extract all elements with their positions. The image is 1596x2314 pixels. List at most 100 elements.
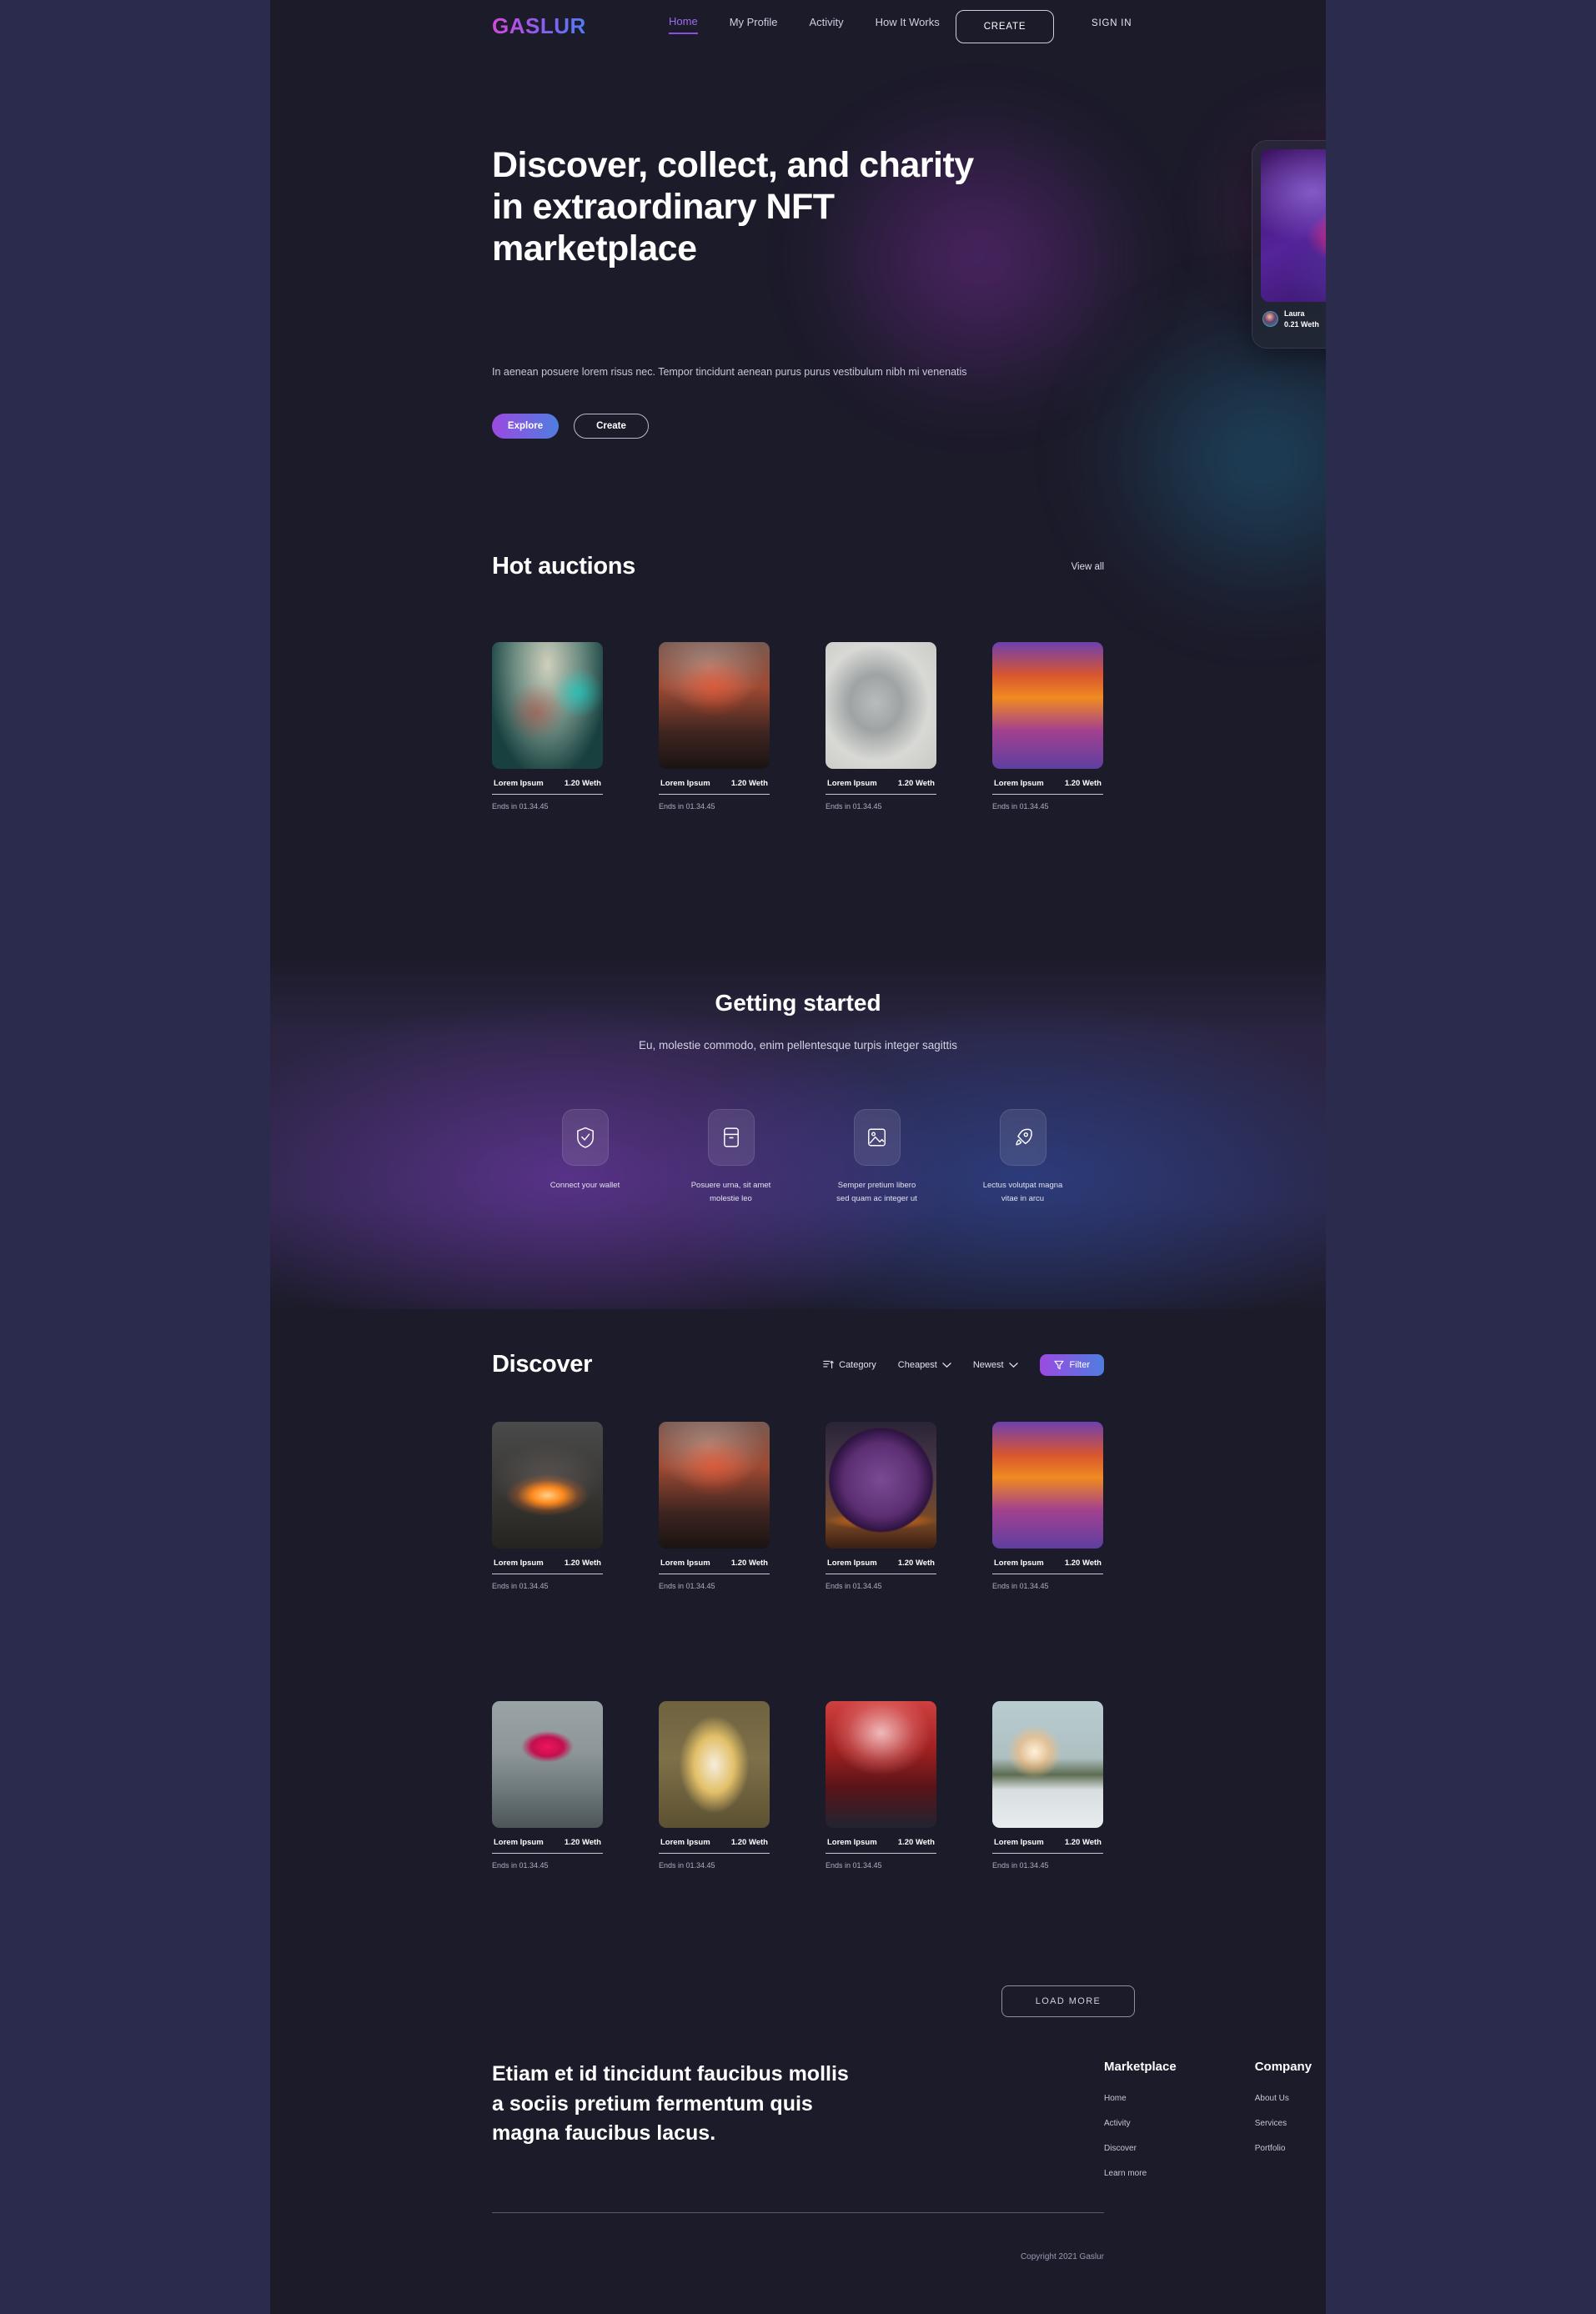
nft-ends: Ends in 01.34.45 — [992, 802, 1049, 811]
nft-meta: Lorem Ipsum 1.20 Weth — [659, 1549, 770, 1574]
nft-ends: Ends in 01.34.45 — [492, 802, 549, 811]
nft-artwork — [492, 1701, 603, 1828]
step-label: Lectus volutpat magna vitae in arcu — [982, 1181, 1063, 1203]
cheapest-control[interactable]: Cheapest — [898, 1360, 951, 1370]
nft-card[interactable]: Lorem Ipsum 1.20 Weth Ends in 01.34.45 — [992, 1422, 1103, 1590]
top-navigation: GASLUR Home My Profile Activity How It W… — [270, 0, 1326, 73]
footer-link-activity[interactable]: Activity — [1104, 2119, 1177, 2128]
nav-item-activity[interactable]: Activity — [809, 16, 843, 33]
nft-price: 1.20 Weth — [730, 1559, 768, 1568]
nft-name: Lorem Ipsum — [494, 1559, 544, 1568]
footer-column-company: Company About Us Services Portfolio — [1255, 2060, 1312, 2194]
newest-control[interactable]: Newest — [973, 1360, 1018, 1370]
nft-name: Lorem Ipsum — [660, 1559, 710, 1568]
nft-artwork — [826, 1422, 936, 1549]
filter-label: Filter — [1069, 1359, 1090, 1370]
nav-item-my-profile[interactable]: My Profile — [730, 16, 778, 33]
step-label: Posuere urna, sit amet molestie leo — [690, 1181, 771, 1203]
brand-logo[interactable]: GASLUR — [492, 13, 586, 39]
image-icon-box — [853, 1109, 901, 1166]
artist-price: 0.21 Weth — [1284, 319, 1319, 329]
nft-card[interactable]: Lorem Ipsum 1.20 Weth Ends in 01.34.45 — [826, 642, 936, 811]
chevron-down-icon — [942, 1362, 951, 1368]
footer-link-learn-more[interactable]: Learn more — [1104, 2169, 1177, 2178]
nft-card[interactable]: Lorem Ipsum 1.20 Weth Ends in 01.34.45 — [992, 1701, 1103, 1870]
getting-started-title: Getting started — [715, 990, 881, 1016]
nft-ends: Ends in 01.34.45 — [826, 802, 882, 811]
nft-meta: Lorem Ipsum 1.20 Weth — [492, 1549, 603, 1574]
nft-meta: Lorem Ipsum 1.20 Weth — [492, 769, 603, 795]
nft-price: 1.20 Weth — [1064, 1559, 1102, 1568]
category-label: Category — [839, 1359, 876, 1370]
nft-card[interactable]: Lorem Ipsum 1.20 Weth Ends in 01.34.45 — [492, 642, 603, 811]
nft-artwork — [826, 1701, 936, 1828]
footer-link-about-us[interactable]: About Us — [1255, 2094, 1312, 2103]
footer-link-discover[interactable]: Discover — [1104, 2144, 1177, 2153]
create-button-hero[interactable]: Create — [574, 414, 649, 439]
signin-link[interactable]: SIGN IN — [1092, 18, 1132, 28]
create-button-nav[interactable]: CREATE — [956, 10, 1054, 43]
nft-price: 1.20 Weth — [897, 779, 935, 788]
artist-name: Laura — [1284, 309, 1305, 319]
footer-link-services[interactable]: Services — [1255, 2119, 1312, 2128]
newest-label: Newest — [972, 1359, 1004, 1370]
nft-card[interactable]: Lorem Ipsum 1.20 Weth Ends in 01.34.45 — [659, 642, 770, 811]
view-all-link[interactable]: View all — [1072, 562, 1104, 572]
rocket-icon-box — [999, 1109, 1046, 1166]
getting-started-step[interactable]: Connect your wallet — [512, 1109, 658, 1205]
nft-name: Lorem Ipsum — [994, 779, 1044, 788]
chevron-down-icon — [1008, 1362, 1018, 1368]
load-more-button[interactable]: LOAD MORE — [1001, 1985, 1135, 2017]
nft-card[interactable]: Lorem Ipsum 1.20 Weth Ends in 01.34.45 — [659, 1422, 770, 1590]
getting-started-step[interactable]: Lectus volutpat magna vitae in arcu — [950, 1109, 1096, 1205]
nft-ends: Ends in 01.34.45 — [659, 802, 715, 811]
nft-ends: Ends in 01.34.45 — [826, 1861, 882, 1870]
featured-nft-footer: Laura 0.21 Weth WE ARE HERE 25 — [1261, 302, 1326, 329]
discover-title: Discover — [492, 1351, 593, 1378]
nft-card[interactable]: Lorem Ipsum 1.20 Weth Ends in 01.34.45 — [492, 1701, 603, 1870]
nft-card[interactable]: Lorem Ipsum 1.20 Weth Ends in 01.34.45 — [659, 1701, 770, 1870]
filter-button[interactable]: Filter — [1039, 1353, 1104, 1376]
nft-card[interactable]: Lorem Ipsum 1.20 Weth Ends in 01.34.45 — [826, 1701, 936, 1870]
nft-name: Lorem Ipsum — [827, 779, 877, 788]
discover-grid-row2: Lorem Ipsum 1.20 Weth Ends in 01.34.45 L… — [492, 1701, 1105, 1870]
nav-item-home[interactable]: Home — [669, 15, 698, 34]
nft-artwork — [659, 1701, 770, 1828]
getting-started-step[interactable]: Semper pretium libero sed quam ac intege… — [804, 1109, 950, 1205]
nft-card[interactable]: Lorem Ipsum 1.20 Weth Ends in 01.34.45 — [826, 1422, 936, 1590]
nft-card[interactable]: Lorem Ipsum 1.20 Weth Ends in 01.34.45 — [992, 642, 1103, 811]
getting-started-step[interactable]: Posuere urna, sit amet molestie leo — [658, 1109, 804, 1205]
nft-name: Lorem Ipsum — [660, 779, 710, 788]
nft-artwork — [992, 642, 1103, 769]
rocket-icon — [1015, 1128, 1032, 1146]
nft-name: Lorem Ipsum — [494, 779, 544, 788]
footer-link-home[interactable]: Home — [1104, 2094, 1177, 2103]
category-control[interactable]: Category — [823, 1359, 876, 1370]
footer-columns: Marketplace Home Activity Discover Learn… — [1104, 2060, 1326, 2194]
nft-card[interactable]: Lorem Ipsum 1.20 Weth Ends in 01.34.45 — [492, 1422, 603, 1590]
getting-started-subtitle: Eu, molestie commodo, enim pellentesque … — [639, 1039, 957, 1052]
explore-button[interactable]: Explore — [492, 414, 559, 439]
nav-item-how-it-works[interactable]: How It Works — [876, 16, 940, 33]
nft-meta: Lorem Ipsum 1.20 Weth — [992, 1549, 1103, 1574]
nft-name: Lorem Ipsum — [994, 1559, 1044, 1568]
cheapest-label: Cheapest — [897, 1359, 937, 1370]
copyright-text: Copyright 2021 Gaslur — [1020, 2252, 1104, 2261]
featured-nft-card[interactable]: Laura 0.21 Weth WE ARE HERE 25 — [1252, 140, 1326, 349]
footer-link-portfolio[interactable]: Portfolio — [1255, 2144, 1312, 2153]
nft-ends: Ends in 01.34.45 — [992, 1582, 1049, 1590]
nft-price: 1.20 Weth — [564, 1838, 601, 1847]
nft-meta: Lorem Ipsum 1.20 Weth — [492, 1828, 603, 1854]
nft-ends: Ends in 01.34.45 — [492, 1861, 549, 1870]
step-label: Semper pretium libero sed quam ac intege… — [836, 1181, 917, 1203]
nft-meta: Lorem Ipsum 1.20 Weth — [826, 1828, 936, 1854]
hot-auctions-title: Hot auctions — [492, 553, 636, 580]
hero-actions: Explore Create — [492, 414, 649, 439]
funnel-icon — [1054, 1360, 1064, 1369]
featured-artist-info: Laura 0.21 Weth — [1262, 309, 1319, 329]
hot-auctions-grid: Lorem Ipsum 1.20 Weth Ends in 01.34.45 L… — [492, 642, 1105, 811]
discover-controls: Category Cheapest Newest Filter — [823, 1353, 1104, 1376]
nft-price: 1.20 Weth — [730, 779, 768, 788]
image-icon — [868, 1128, 886, 1147]
shield-check-icon-box — [561, 1109, 609, 1166]
